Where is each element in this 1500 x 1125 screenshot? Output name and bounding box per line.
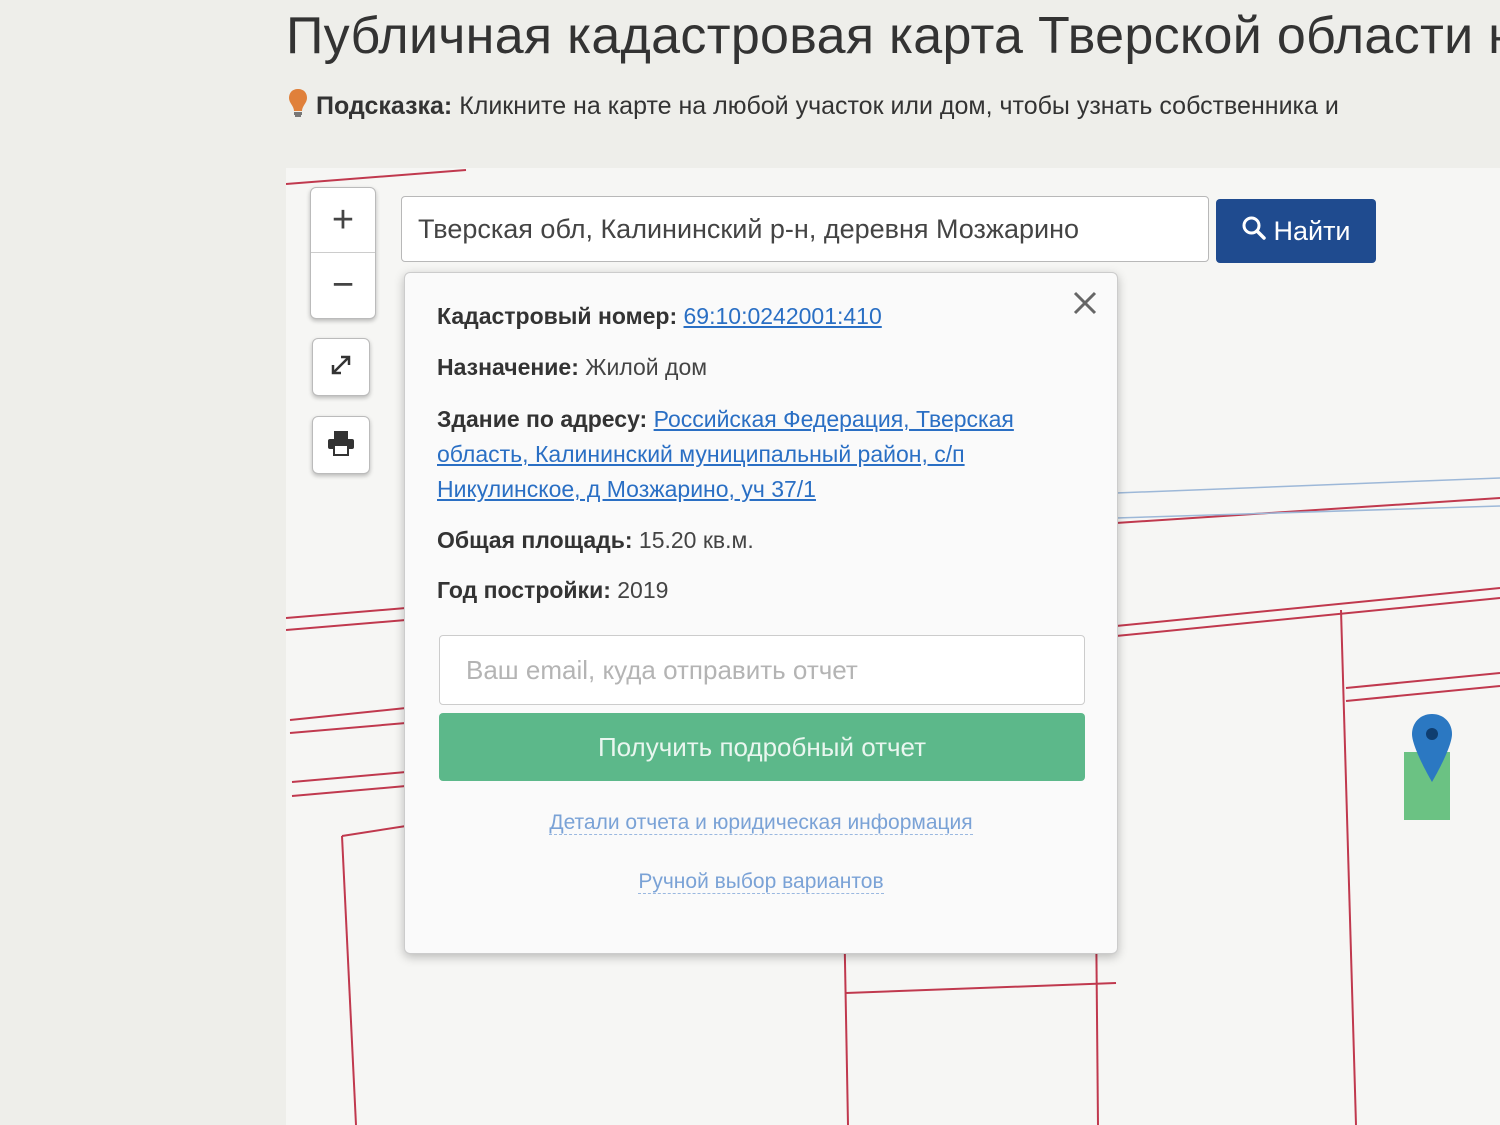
address-link-line2[interactable]: область, Калининский муниципальный район… [437, 441, 965, 467]
details-link-row: Детали отчета и юридическая информация [405, 811, 1117, 835]
year-value: 2019 [617, 577, 669, 603]
object-info-popup: Кадастровый номер: 69:10:0242001:410 Наз… [404, 272, 1118, 954]
hint: Подсказка: Кликните на карте на любой уч… [288, 88, 1339, 125]
cadastral-number-link[interactable]: 69:10:0242001:410 [684, 303, 882, 329]
close-icon[interactable] [1071, 289, 1099, 322]
expand-icon [326, 350, 356, 385]
address-link-line3[interactable]: Никулинское, д Мозжарино, уч 37/1 [437, 476, 816, 502]
zoom-in-button[interactable]: + [311, 188, 375, 252]
zoom-out-button[interactable]: − [311, 252, 375, 317]
area-value: 15.20 кв.м. [638, 527, 754, 553]
search-button[interactable]: Найти [1216, 199, 1376, 263]
hint-label: Подсказка: [316, 92, 453, 120]
fullscreen-button[interactable] [312, 338, 370, 396]
year-row: Год постройки: 2019 [437, 573, 668, 608]
zoom-control: + − [310, 187, 376, 319]
lightbulb-icon [288, 88, 308, 125]
report-details-link[interactable]: Детали отчета и юридическая информация [549, 811, 973, 835]
search-button-label: Найти [1273, 215, 1351, 246]
address-link-line1[interactable]: Российская Федерация, Тверская [654, 406, 1014, 432]
purpose-label: Назначение: [437, 354, 579, 380]
manual-link-row: Ручной выбор вариантов [405, 870, 1117, 894]
get-report-button[interactable]: Получить подробный отчет [439, 713, 1085, 781]
purpose-value: Жилой дом [585, 354, 708, 380]
map-marker[interactable] [1398, 712, 1460, 827]
cadastral-number-row: Кадастровый номер: 69:10:0242001:410 [437, 299, 882, 334]
cadastral-label: Кадастровый номер: [437, 303, 678, 329]
area-row: Общая площадь: 15.20 кв.м. [437, 523, 754, 558]
email-field[interactable] [439, 635, 1085, 705]
hint-text: Кликните на карте на любой участок или д… [452, 92, 1339, 120]
manual-selection-link[interactable]: Ручной выбор вариантов [638, 870, 884, 894]
page-title: Публичная кадастровая карта Тверской обл… [286, 7, 1500, 65]
address-search-input[interactable] [401, 196, 1209, 262]
area-label: Общая площадь: [437, 527, 633, 553]
printer-icon [326, 429, 356, 462]
print-button[interactable] [312, 416, 370, 474]
year-label: Год постройки: [437, 577, 611, 603]
address-row: Здание по адресу: Российская Федерация, … [437, 402, 1014, 507]
address-label: Здание по адресу: [437, 406, 648, 432]
purpose-row: Назначение: Жилой дом [437, 350, 707, 385]
search-icon [1241, 215, 1267, 248]
